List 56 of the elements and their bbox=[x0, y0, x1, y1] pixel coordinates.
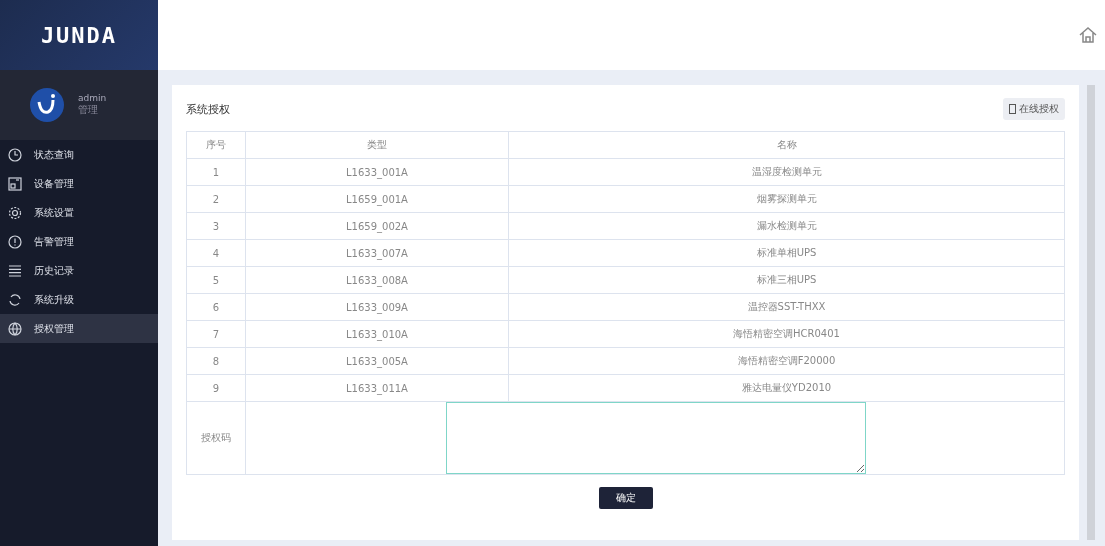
clock-icon bbox=[8, 147, 22, 162]
table-cell: L1633_009A bbox=[245, 293, 509, 321]
sidebar-item[interactable]: 历史记录 bbox=[0, 256, 158, 285]
table-cell: 7 bbox=[186, 320, 246, 348]
list-icon bbox=[8, 263, 22, 278]
table-cell: L1659_002A bbox=[245, 212, 509, 240]
table-cell: L1633_007A bbox=[245, 239, 509, 267]
auth-code-field[interactable] bbox=[446, 402, 866, 474]
sidebar-item[interactable]: 告警管理 bbox=[0, 227, 158, 256]
table-cell: 海悟精密空调F20000 bbox=[508, 347, 1065, 375]
table-cell: L1633_001A bbox=[245, 158, 509, 186]
table-cell: 标准三相UPS bbox=[508, 266, 1065, 294]
sidebar-item[interactable]: 状态查询 bbox=[0, 140, 158, 169]
user-name: admin bbox=[78, 93, 107, 103]
table-cell: L1633_008A bbox=[245, 266, 509, 294]
table-cell: 5 bbox=[186, 266, 246, 294]
table-cell: 6 bbox=[186, 293, 246, 321]
table-cell: 2 bbox=[186, 185, 246, 213]
table-cell: 标准单相UPS bbox=[508, 239, 1065, 267]
table-cell: L1633_011A bbox=[245, 374, 509, 402]
column-header: 名称 bbox=[508, 131, 1065, 159]
device-icon bbox=[8, 176, 22, 191]
user-role: 管理 bbox=[78, 103, 99, 117]
table-cell: 温控器SST-THXX bbox=[508, 293, 1065, 321]
globe-icon bbox=[8, 321, 22, 336]
sidebar-item[interactable]: 系统升级 bbox=[0, 285, 158, 314]
table-cell: L1633_010A bbox=[245, 320, 509, 348]
table-cell: L1659_001A bbox=[245, 185, 509, 213]
table-cell: 9 bbox=[186, 374, 246, 402]
table-cell: 3 bbox=[186, 212, 246, 240]
document-icon bbox=[1009, 104, 1016, 114]
table-cell: L1633_005A bbox=[245, 347, 509, 375]
online-auth-button[interactable]: 在线授权 bbox=[1003, 98, 1065, 120]
gear-icon bbox=[8, 205, 22, 220]
home-icon[interactable] bbox=[1079, 26, 1097, 44]
sidebar-item[interactable]: 授权管理 bbox=[0, 314, 158, 343]
alert-icon bbox=[8, 234, 22, 249]
scrollbar[interactable] bbox=[1087, 85, 1095, 540]
sidebar-item[interactable]: 系统设置 bbox=[0, 198, 158, 227]
table-cell: 4 bbox=[186, 239, 246, 267]
confirm-button[interactable]: 确定 bbox=[598, 487, 653, 509]
table-cell: 8 bbox=[186, 347, 246, 375]
table-cell: 1 bbox=[186, 158, 246, 186]
table-cell: 烟雾探测单元 bbox=[508, 185, 1065, 213]
avatar-icon bbox=[30, 88, 64, 122]
table-cell: 漏水检测单元 bbox=[508, 212, 1065, 240]
table-cell: 授权码 bbox=[186, 401, 246, 475]
page-title: 系统授权 bbox=[186, 101, 230, 117]
table-cell: 雅达电量仪YD2010 bbox=[508, 374, 1065, 402]
column-header: 序号 bbox=[186, 131, 246, 159]
refresh-icon bbox=[8, 292, 22, 307]
table-cell: 海悟精密空调HCR0401 bbox=[508, 320, 1065, 348]
sidebar-item[interactable]: 设备管理 bbox=[0, 169, 158, 198]
column-header: 类型 bbox=[245, 131, 509, 159]
logo: JUNDA bbox=[40, 22, 118, 48]
table-cell: 温湿度检测单元 bbox=[508, 158, 1065, 186]
